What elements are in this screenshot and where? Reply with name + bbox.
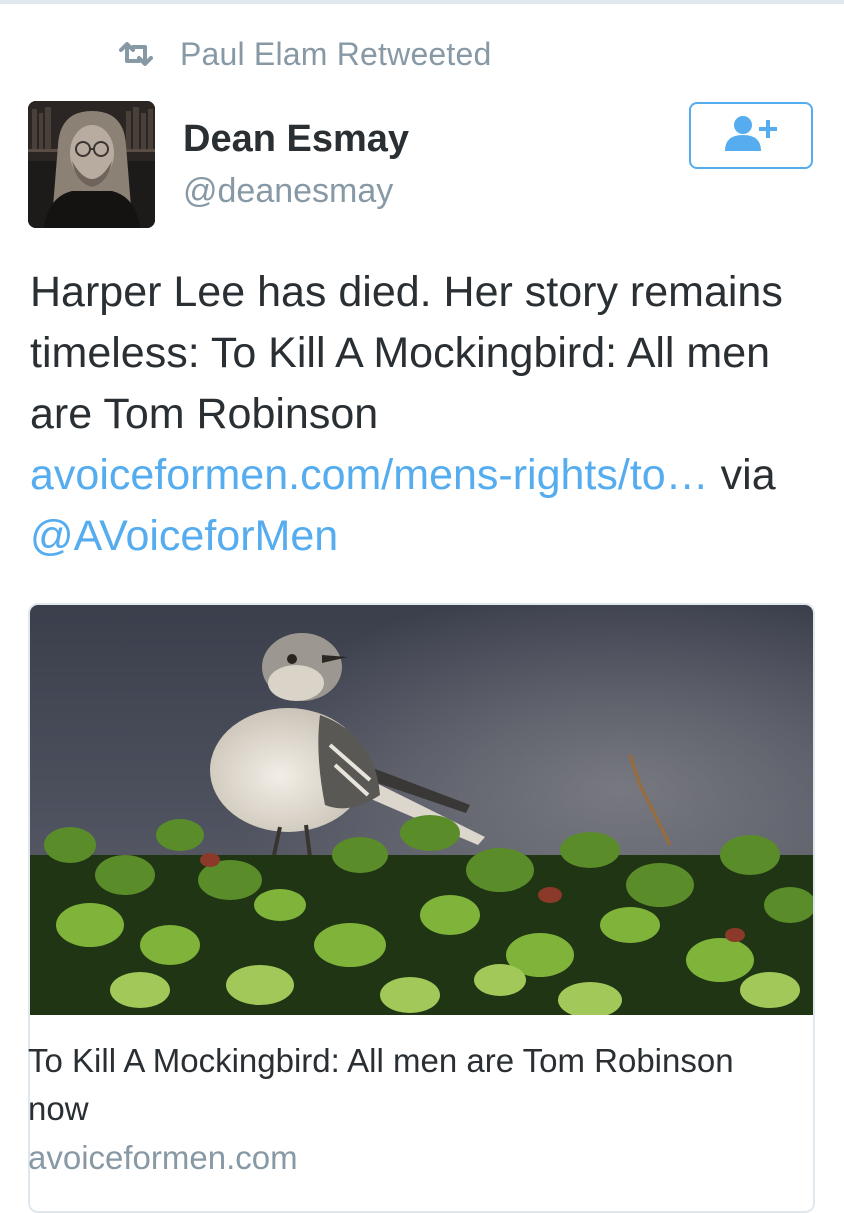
top-divider	[0, 0, 844, 4]
retweet-label[interactable]: Paul Elam Retweeted	[180, 36, 492, 73]
retweet-context: Paul Elam Retweeted	[118, 34, 492, 74]
author-handle[interactable]: @deanesmay	[183, 172, 393, 211]
follow-user-icon	[721, 113, 781, 158]
retweet-icon	[118, 42, 154, 66]
avatar[interactable]	[28, 101, 155, 228]
card-domain[interactable]: avoiceformen.com	[28, 1139, 298, 1177]
card-title[interactable]: To Kill A Mockingbird: All men are Tom R…	[28, 1037, 788, 1133]
tweet-text: Harper Lee has died. Her story remains t…	[30, 262, 820, 567]
author-name[interactable]: Dean Esmay	[183, 118, 409, 161]
tweet-via: via	[720, 451, 776, 499]
tweet-link[interactable]: avoiceformen.com/mens-rights/to…	[30, 451, 709, 499]
tweet-body: Harper Lee has died. Her story remains t…	[30, 268, 783, 438]
tweet-mention[interactable]: @AVoiceforMen	[30, 512, 338, 560]
card-image[interactable]	[30, 605, 813, 1015]
follow-button[interactable]	[689, 102, 813, 169]
